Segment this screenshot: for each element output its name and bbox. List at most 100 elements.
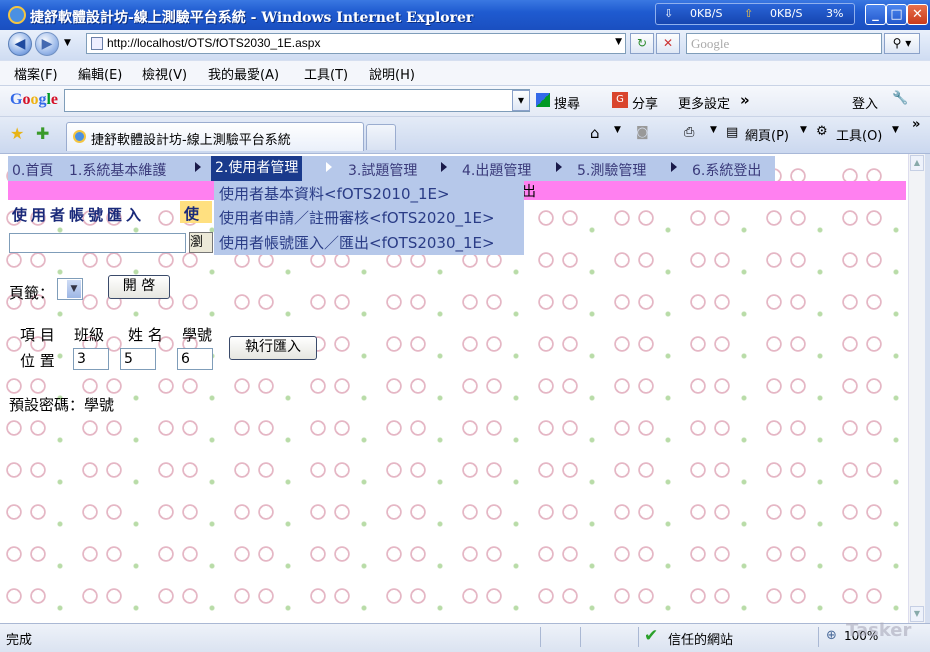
- search-button[interactable]: ⚲ ▾: [884, 33, 920, 54]
- page-icon: [91, 37, 103, 50]
- tab-row: ★ ✚ 捷舒軟體設計坊-線上測驗平台系統 ⌂ ▼ ◙ ⎙ ▼ ▤ 網頁(P) ▼…: [0, 117, 930, 154]
- name-position-input[interactable]: 5: [120, 348, 156, 370]
- status-bar: 完成 ✔ 信任的網站 ⊕ 100% Tasker: [0, 620, 930, 652]
- home-dropdown-icon[interactable]: ▼: [614, 125, 621, 135]
- net-down: 0KB/S: [690, 7, 723, 20]
- submenu-user-profile[interactable]: 使用者基本資料<fOTS2010_1E>: [219, 183, 450, 204]
- print-dropdown-icon[interactable]: ▼: [710, 125, 717, 135]
- menu-file[interactable]: 檔案(F): [14, 64, 58, 83]
- tab-active[interactable]: 捷舒軟體設計坊-線上測驗平台系統: [66, 122, 364, 151]
- tab-fragment[interactable]: 使: [180, 201, 212, 223]
- feeds-icon[interactable]: ◙: [636, 125, 649, 140]
- maximize-button[interactable]: □: [886, 4, 907, 25]
- page-doc-icon: ▤: [726, 125, 739, 140]
- tools-dropdown-icon[interactable]: ▼: [892, 125, 899, 135]
- chevron-right-icon: »: [912, 117, 921, 132]
- class-position-input[interactable]: 3: [73, 348, 109, 370]
- submenu-arrow-icon: [671, 162, 677, 172]
- page-dropdown-icon[interactable]: ▼: [800, 125, 807, 135]
- submenu-arrow-icon: [441, 162, 447, 172]
- tab-title: 捷舒軟體設計坊-線上測驗平台系統: [91, 133, 291, 148]
- sheet-select[interactable]: ▼: [57, 278, 83, 300]
- site-menu-tests[interactable]: 5.測驗管理: [577, 160, 646, 180]
- col-item-label: 項 目: [20, 326, 55, 344]
- address-bar[interactable]: http://localhost/OTS/fOTS2030_1E.aspx ▼: [86, 33, 626, 54]
- net-up: 0KB/S: [770, 7, 803, 20]
- menu-help[interactable]: 說明(H): [369, 64, 415, 83]
- net-pct: 3%: [826, 7, 844, 20]
- forward-button[interactable]: ▶: [35, 32, 59, 56]
- menu-tools[interactable]: 工具(T): [304, 64, 348, 83]
- more-settings-button[interactable]: 更多設定: [678, 93, 730, 112]
- network-meter: ⇩ 0KB/S ⇧ 0KB/S 3%: [655, 3, 855, 25]
- google-search-icon: [536, 93, 550, 107]
- import-button[interactable]: 執行匯入: [229, 336, 317, 360]
- share-icon: G: [612, 92, 628, 108]
- scroll-down-icon[interactable]: ▼: [910, 606, 924, 622]
- scroll-up-icon[interactable]: ▲: [910, 155, 924, 171]
- print-icon[interactable]: ⎙: [684, 125, 694, 140]
- site-menu-logout[interactable]: 6.系統登出: [692, 160, 761, 180]
- down-arrow-icon: ⇩: [664, 7, 674, 20]
- default-password-note: 預設密碼：學號: [9, 396, 115, 414]
- site-menu-questions[interactable]: 3.試題管理: [348, 160, 417, 180]
- stop-button[interactable]: ✕: [656, 33, 680, 54]
- submenu-user-import[interactable]: 使用者帳號匯入／匯出<fOTS2030_1E>: [219, 232, 495, 253]
- page-title: 使用者帳號匯入: [12, 206, 146, 224]
- tasker-watermark: Tasker: [846, 620, 912, 641]
- search-input[interactable]: Google: [686, 33, 882, 54]
- minimize-button[interactable]: _: [865, 4, 886, 25]
- zoom-icon[interactable]: ⊕: [826, 628, 837, 643]
- vertical-scrollbar[interactable]: ▲ ▼: [908, 154, 925, 623]
- home-icon[interactable]: ⌂: [590, 124, 600, 142]
- window-title: 捷舒軟體設計坊-線上測驗平台系統 - Windows Internet Expl…: [30, 10, 474, 26]
- col-class-label: 班級: [74, 326, 105, 344]
- menu-favorites[interactable]: 我的最愛(A): [208, 64, 279, 83]
- favorites-star-icon[interactable]: ★: [10, 124, 24, 143]
- submenu-user-registration[interactable]: 使用者申請／註冊審核<fOTS2020_1E>: [219, 207, 495, 228]
- browse-button[interactable]: 瀏: [189, 232, 213, 253]
- search-placeholder: Google: [691, 36, 730, 51]
- col-id-label: 學號: [182, 326, 213, 344]
- open-button[interactable]: 開 啓: [108, 275, 170, 299]
- chevron-right-icon: »: [740, 91, 750, 109]
- status-text: 完成: [6, 633, 33, 648]
- signin-button[interactable]: 登入: [852, 93, 878, 112]
- site-menu-exam-setup[interactable]: 4.出題管理: [462, 160, 531, 180]
- sheet-label: 頁籤：: [9, 284, 55, 302]
- ie-logo-icon: [8, 6, 26, 24]
- security-zone: 信任的網站: [668, 633, 734, 648]
- page-menu-button[interactable]: 網頁(P): [745, 125, 789, 144]
- back-button[interactable]: ◀: [8, 32, 32, 56]
- google-dropdown-icon[interactable]: ▾: [512, 90, 530, 111]
- site-menu-basic[interactable]: 1.系統基本維護: [69, 160, 166, 180]
- tools-menu-button[interactable]: 工具(O): [836, 125, 882, 144]
- refresh-button[interactable]: ↻: [630, 33, 654, 54]
- users-submenu: 使用者基本資料<fOTS2010_1E> 使用者申請／註冊審核<fOTS2020…: [214, 181, 524, 255]
- submenu-arrow-icon: [556, 162, 562, 172]
- menu-bar: 檔案(F) 編輯(E) 檢視(V) 我的最愛(A) 工具(T) 說明(H): [0, 61, 930, 86]
- google-search-button[interactable]: 搜尋: [554, 93, 580, 112]
- row-position-label: 位 置: [20, 352, 55, 370]
- id-position-input[interactable]: 6: [177, 348, 213, 370]
- submenu-arrow-icon: [326, 162, 332, 172]
- google-search-input[interactable]: [64, 89, 530, 112]
- file-path-input[interactable]: [9, 233, 186, 253]
- add-favorites-icon[interactable]: ✚: [36, 124, 49, 143]
- pink-banner-text: 出: [522, 184, 536, 200]
- title-bar: 捷舒軟體設計坊-線上測驗平台系統 - Windows Internet Expl…: [0, 0, 930, 30]
- ie-page-icon: [73, 130, 86, 143]
- history-dropdown-icon[interactable]: ▼: [64, 38, 71, 48]
- tab-fragment-text: 使: [184, 205, 200, 223]
- chevron-down-icon: ▼: [67, 280, 81, 298]
- wrench-icon[interactable]: 🔧: [892, 91, 908, 106]
- site-menu-users[interactable]: 2.使用者管理: [211, 156, 303, 181]
- new-tab-button[interactable]: [366, 124, 396, 150]
- share-button[interactable]: 分享: [632, 93, 658, 112]
- menu-view[interactable]: 檢視(V): [142, 64, 187, 83]
- site-menu-home[interactable]: 0.首頁: [12, 160, 53, 180]
- menu-edit[interactable]: 編輯(E): [78, 64, 122, 83]
- close-button[interactable]: ✕: [907, 4, 928, 25]
- google-toolbar: Google ▾ 搜尋 G 分享 更多設定 » 登入 🔧: [0, 86, 930, 117]
- address-dropdown-icon[interactable]: ▼: [615, 37, 622, 47]
